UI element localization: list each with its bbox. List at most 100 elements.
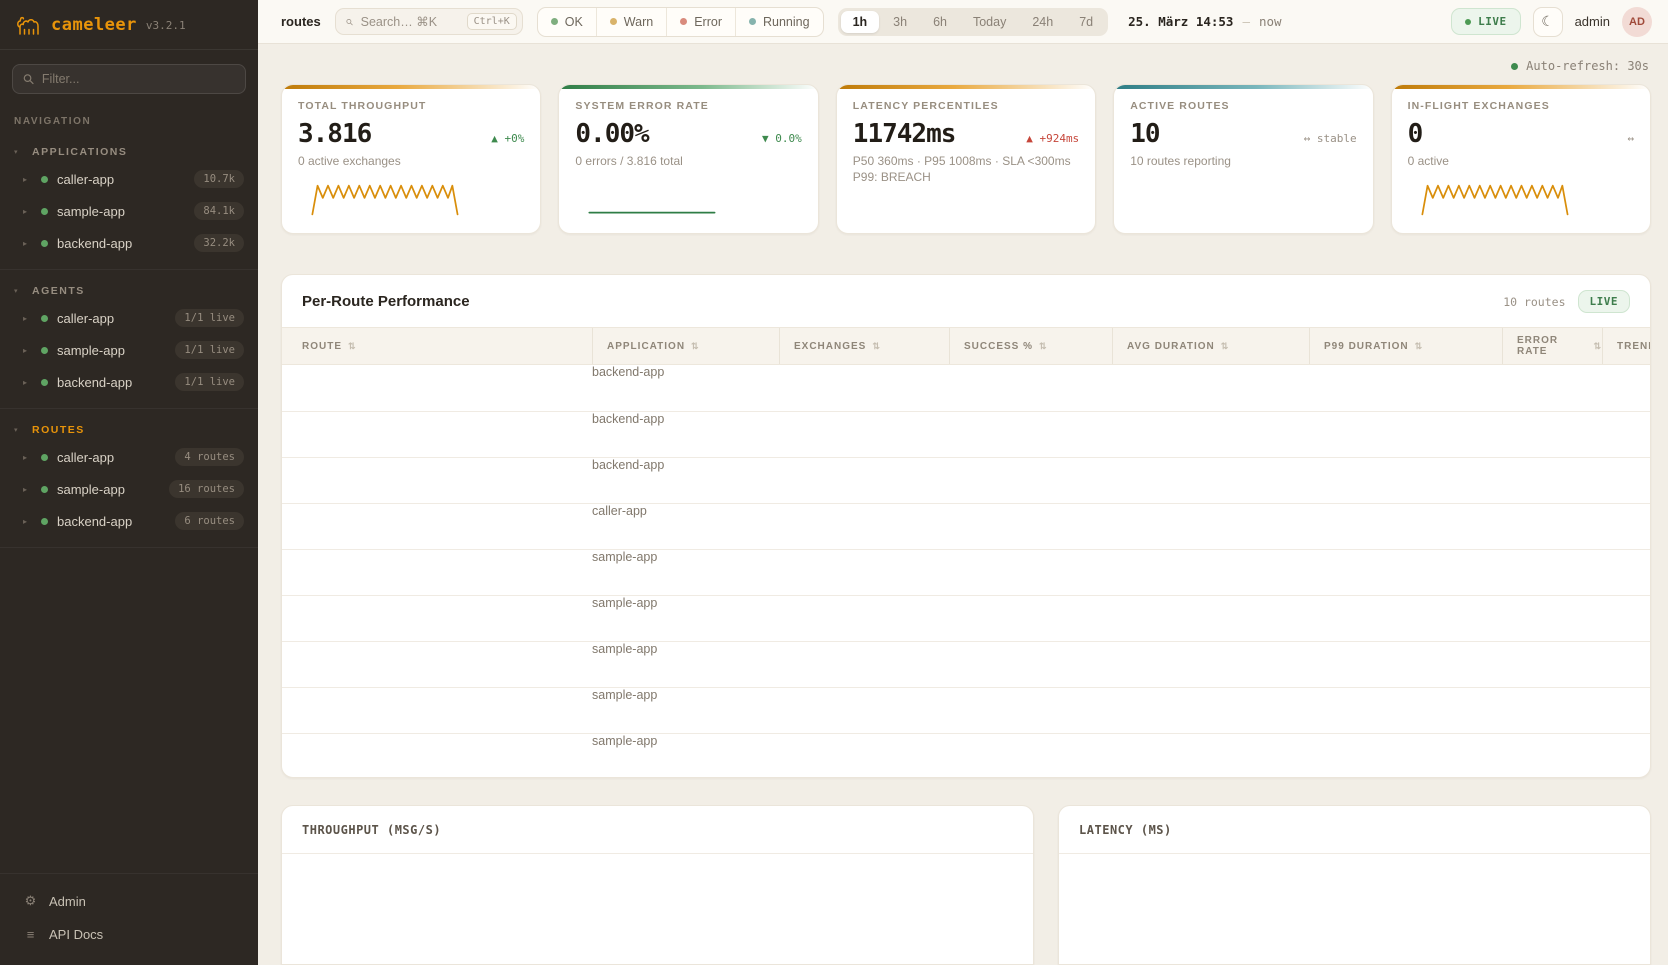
chevron-right-icon: ▸	[23, 346, 32, 355]
kpi-label: TOTAL THROUGHPUT	[298, 100, 524, 112]
chart-header: THROUGHPUT (MSG/S)	[282, 806, 1033, 854]
column-header-avg-duration[interactable]: AVG DURATION⇅	[1112, 328, 1309, 364]
date-range-start: 25. März 14:53	[1128, 14, 1233, 29]
throughput-sparkline	[298, 177, 478, 217]
nav-group-header-routes[interactable]: ▾ROUTES	[0, 417, 258, 441]
nav-group-header-agents[interactable]: ▾AGENTS	[0, 278, 258, 302]
topbar: routes Ctrl+K OKWarnErrorRunning 1h3h6hT…	[258, 0, 1668, 44]
status-dot-icon	[41, 176, 48, 183]
kpi-value: 11742ms	[853, 119, 956, 149]
time-range-today[interactable]: Today	[961, 11, 1018, 33]
avatar[interactable]: AD	[1622, 7, 1652, 37]
filter-chip-running[interactable]: Running	[735, 8, 823, 36]
table-row-data-gen-nested-split[interactable]: data-gen-nested-splitsample-app199100.0%…	[282, 595, 1650, 641]
chart-title: LATENCY (MS)	[1079, 823, 1172, 837]
kpi-label: SYSTEM ERROR RATE	[575, 100, 801, 112]
cell-application: sample-app	[592, 734, 1651, 778]
sidebar-item-routes-sample-app[interactable]: ▸sample-app16 routes	[0, 473, 258, 505]
sidebar-item-routes-backend-app[interactable]: ▸backend-app6 routes	[0, 505, 258, 537]
sidebar-item-agents-caller-app[interactable]: ▸caller-app1/1 live	[0, 302, 258, 334]
nav-group-header-applications[interactable]: ▾APPLICATIONS	[0, 139, 258, 163]
column-header-label: ROUTE	[302, 341, 342, 352]
column-header-label: AVG DURATION	[1127, 341, 1215, 352]
column-header-error-rate[interactable]: ERROR RATE⇅	[1502, 328, 1602, 364]
kpi-label: LATENCY PERCENTILES	[853, 100, 1079, 112]
kpi-delta: ▲ +924ms	[1026, 132, 1079, 145]
live-status-badge[interactable]: LIVE	[1451, 8, 1521, 35]
column-header-trend[interactable]: TREND⇅	[1602, 328, 1651, 364]
camel-logo-icon	[16, 14, 42, 36]
column-header-exchanges[interactable]: EXCHANGES⇅	[779, 328, 949, 364]
column-header-success[interactable]: SUCCESS %⇅	[949, 328, 1112, 364]
auto-refresh-indicator: Auto-refresh: 30s	[283, 59, 1649, 73]
time-range-3h[interactable]: 3h	[881, 11, 919, 33]
sidebar-item-routes-caller-app[interactable]: ▸caller-app4 routes	[0, 441, 258, 473]
theme-toggle-button[interactable]: ☾	[1533, 7, 1563, 37]
avatar-initials: AD	[1629, 16, 1645, 28]
time-range-1h[interactable]: 1h	[841, 11, 880, 33]
table-row-error-handling-test[interactable]: error-handling-testsample-app239100.0%50…	[282, 687, 1650, 733]
filter-chip-ok[interactable]: OK	[538, 8, 596, 36]
time-range-6h[interactable]: 6h	[921, 11, 959, 33]
table-row-route3[interactable]: route3backend-app448100.0%253ms498ms0.0%	[282, 457, 1650, 503]
sidebar-item-agents-backend-app[interactable]: ▸backend-app1/1 live	[0, 366, 258, 398]
filter-chip-error[interactable]: Error	[666, 8, 735, 36]
app-logo-text: cameleer	[51, 15, 137, 35]
sidebar-item-agents-sample-app[interactable]: ▸sample-app1/1 live	[0, 334, 258, 366]
kpi-subtitle-2: P99: BREACH	[853, 170, 1079, 184]
page-title: routes	[281, 14, 321, 29]
sidebar-filter-box[interactable]	[12, 64, 246, 94]
nav-group-applications: ▾APPLICATIONS▸caller-app10.7k▸sample-app…	[0, 131, 258, 270]
live-dot-icon	[1465, 19, 1471, 25]
sidebar-item-label: sample-app	[57, 482, 160, 497]
chevron-right-icon: ▸	[23, 314, 32, 323]
table-header-bar: Per-Route Performance 10 routes LIVE	[282, 275, 1650, 327]
sidebar-item-badge: 1/1 live	[175, 341, 244, 359]
search-box[interactable]: Ctrl+K	[335, 8, 523, 35]
sidebar-item-label: caller-app	[57, 311, 166, 326]
sidebar-filter-wrap	[0, 50, 258, 100]
chevron-right-icon: ▸	[23, 517, 32, 526]
sidebar-footer-admin[interactable]: ⚙Admin	[0, 884, 258, 918]
kpi-value: 0.00%	[575, 119, 648, 149]
table-row-data-gen-files[interactable]: data-gen-filessample-app256100.0%1ms3ms0…	[282, 549, 1650, 595]
routes-count: 10 routes	[1503, 295, 1565, 309]
kpi-accent-bar	[282, 85, 540, 89]
chart-header: LATENCY (MS)	[1059, 806, 1650, 854]
time-range-group: 1h3h6hToday24h7d	[838, 8, 1109, 36]
table-row-data-gen-orders[interactable]: data-gen-orderssample-app358100.0%1443ms…	[282, 641, 1650, 687]
moon-icon: ☾	[1541, 13, 1554, 30]
status-dot-icon	[749, 18, 756, 25]
sidebar-item-badge: 4 routes	[175, 448, 244, 466]
table-row-product-caller[interactable]: product-callercaller-app448100.0%768ms13…	[282, 503, 1650, 549]
sidebar-footer-api-docs[interactable]: ≡API Docs	[0, 918, 258, 951]
sidebar-item-applications-caller-app[interactable]: ▸caller-app10.7k	[0, 163, 258, 195]
table-row-route1[interactable]: route1backend-app448100.0%253ms497ms0.0%	[282, 365, 1650, 411]
column-header-application[interactable]: APPLICATION⇅	[592, 328, 779, 364]
search-input[interactable]	[361, 15, 459, 29]
kpi-label: ACTIVE ROUTES	[1130, 100, 1356, 112]
time-range-7d[interactable]: 7d	[1067, 11, 1105, 33]
sort-icon: ⇅	[691, 341, 700, 352]
nav-group-agents: ▾AGENTS ▸ caller-app 1/1 live▸sample-app1/1…	[0, 270, 258, 409]
sidebar-item-label: backend-app	[57, 514, 166, 529]
kpi-accent-bar	[1114, 85, 1372, 89]
filter-chip-warn[interactable]: Warn	[596, 8, 666, 36]
date-range[interactable]: 25. März 14:53 — now	[1128, 14, 1281, 29]
time-range-24h[interactable]: 24h	[1020, 11, 1065, 33]
sidebar-item-label: backend-app	[57, 375, 166, 390]
kpi-card-total-throughput: TOTAL THROUGHPUT 3.816 ▲ +0% 0 active ex…	[281, 84, 541, 234]
table-row-route2[interactable]: route2backend-app448100.0%257ms500ms0.0%	[282, 411, 1650, 457]
kpi-card-error-rate: SYSTEM ERROR RATE 0.00% ▼ 0.0% 0 errors …	[558, 84, 818, 234]
sidebar-filter-input[interactable]	[42, 72, 235, 86]
sidebar-item-applications-sample-app[interactable]: ▸sample-app84.1k	[0, 195, 258, 227]
column-header-p99-duration[interactable]: P99 DURATION⇅	[1309, 328, 1502, 364]
table-row-file-processing[interactable]: file-processingsample-app256100.0%508ms1…	[282, 733, 1650, 778]
nav-groups: ▾APPLICATIONS▸caller-app10.7k▸sample-app…	[0, 131, 258, 548]
sidebar-item-applications-backend-app[interactable]: ▸backend-app32.2k	[0, 227, 258, 259]
throughput-chart-card: THROUGHPUT (MSG/S)	[281, 805, 1034, 965]
chevron-right-icon: ▸	[23, 207, 32, 216]
table-column-header-row: ROUTE⇅APPLICATION⇅EXCHANGES⇅SUCCESS %⇅AV…	[282, 327, 1650, 365]
column-header-route[interactable]: ROUTE⇅	[282, 328, 592, 364]
sidebar-item-label: caller-app	[57, 172, 185, 187]
